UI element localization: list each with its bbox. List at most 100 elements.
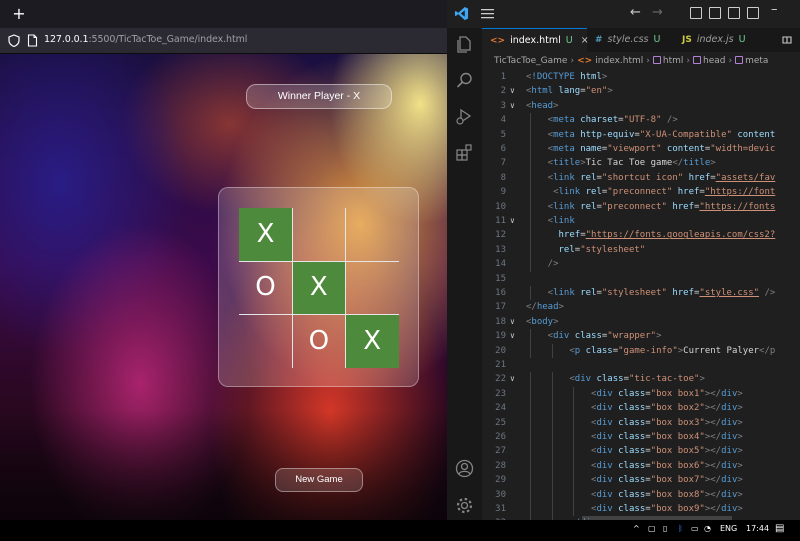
code-line[interactable]: 22 ∨ <div class="tic-tac-toe"> — [482, 372, 800, 387]
board-cell-9[interactable]: X — [345, 314, 399, 368]
battery-icon[interactable]: ▭ — [691, 524, 699, 533]
code-editor[interactable]: 1 <!DOCTYPE html> 2 ∨ <html lang="en"> 3 ∨ <hea… — [482, 70, 800, 520]
address-bar[interactable]: 127.0.0.1:5500/TicTacToe_Game/index.html — [0, 28, 447, 54]
clock[interactable]: 17:44 — [746, 524, 769, 533]
code-token: class — [596, 374, 624, 385]
code-line[interactable]: 30 <div class="box box8"></div> — [482, 487, 800, 502]
code-line[interactable]: 29 <div class="box box7"></div> — [482, 473, 800, 488]
tab-style-css[interactable]: # style.css U — [587, 28, 674, 52]
fold-chevron-icon[interactable]: ∨ — [510, 99, 515, 113]
forward-arrow-icon[interactable]: → — [652, 5, 663, 20]
minimize-icon[interactable]: – — [771, 2, 778, 17]
settings-gear-icon[interactable] — [455, 496, 474, 515]
toggle-panel-icon[interactable] — [709, 7, 721, 19]
code-line[interactable]: 15 — [482, 272, 800, 286]
code-line[interactable]: 31 <div class="box box9"></div> — [482, 502, 800, 517]
customize-layout-icon[interactable] — [747, 7, 759, 19]
code-text: <p class="game-info">Current Palyer</p — [569, 344, 775, 358]
board-cell-2[interactable] — [292, 208, 345, 261]
breadcrumb-item[interactable]: head — [693, 56, 725, 66]
bluetooth-icon[interactable]: ᛒ — [678, 524, 683, 533]
toggle-secondary-sidebar-icon[interactable] — [728, 7, 740, 19]
code-line[interactable]: 18 ∨ <body> — [482, 315, 800, 329]
code-line[interactable]: 25 <div class="box box3"></div> — [482, 415, 800, 430]
code-line[interactable]: 6 <meta name="viewport" content="width=de… — [482, 142, 800, 157]
code-line[interactable]: 27 <div class="box box5"></div> — [482, 444, 800, 459]
page-icon[interactable] — [27, 34, 38, 47]
fold-chevron-icon[interactable]: ∨ — [510, 84, 515, 98]
code-line[interactable]: 1 <!DOCTYPE html> — [482, 70, 800, 84]
breadcrumb-item[interactable]: html — [652, 56, 683, 66]
new-tab-button[interactable]: + — [9, 4, 29, 24]
board-cell-6[interactable] — [346, 261, 399, 314]
breadcrumb-item[interactable]: meta — [735, 56, 768, 66]
tab-index-js[interactable]: JS index.js U — [674, 28, 764, 52]
extensions-icon[interactable] — [455, 143, 474, 162]
code-line[interactable]: 8 <link rel="shortcut icon" href="assets/… — [482, 170, 800, 186]
new-game-button[interactable]: New Game — [275, 468, 363, 492]
split-editor-icon[interactable] — [780, 33, 794, 47]
tab-index-html[interactable]: <> index.html U × — [482, 28, 589, 52]
code-line[interactable]: 23 <div class="box box1"></div> — [482, 386, 800, 402]
chevron-up-icon[interactable]: ^ — [633, 524, 640, 533]
board-cell-7[interactable] — [239, 315, 292, 368]
code-line[interactable]: 16 <link rel="stylesheet" href="style.css… — [482, 286, 800, 301]
board-cell-4[interactable]: O — [239, 261, 292, 314]
code-line[interactable]: 19 ∨ <div class="wrapper"> — [482, 329, 800, 344]
code-token: /> — [661, 115, 678, 126]
code-line[interactable]: 12 href="https://fonts.googleapis.com/css… — [482, 228, 800, 243]
code-line[interactable]: 13 rel="stylesheet" — [482, 242, 800, 258]
app-tray-icon[interactable]: ▢ — [648, 524, 656, 533]
board-cell-5[interactable]: X — [292, 261, 346, 315]
code-line[interactable]: 21 — [482, 358, 800, 372]
code-line[interactable]: 24 <div class="box box2"></div> — [482, 401, 800, 416]
explorer-icon[interactable] — [455, 35, 474, 54]
code-line[interactable]: 5 <meta http-equiv="X-UA-Compatible" cont… — [482, 127, 800, 142]
code-text: /> — [548, 257, 559, 271]
code-line[interactable]: 9 <link rel="preconnect" href="https://f… — [482, 185, 800, 200]
account-icon[interactable] — [455, 459, 474, 478]
code-token: html — [580, 72, 602, 82]
code-line[interactable]: 3 ∨ <head> — [482, 99, 800, 113]
code-line[interactable]: 2 ∨ <html lang="en"> — [482, 84, 800, 98]
code-line[interactable]: 20 <p class="game-info">Current Palyer</p — [482, 343, 800, 358]
usb-tray-icon[interactable]: ▯ — [663, 524, 667, 533]
menu-icon[interactable] — [481, 8, 494, 19]
code-line[interactable]: 14 /> — [482, 257, 800, 272]
file-type-icon: # — [595, 35, 603, 45]
code-line[interactable]: 26 <div class="box box4"></div> — [482, 430, 800, 445]
fold-chevron-icon[interactable]: ∨ — [510, 329, 515, 343]
code-line[interactable]: 4 <meta charset="UTF-8" /> — [482, 113, 800, 128]
code-token: "en" — [585, 86, 608, 97]
toggle-sidebar-icon[interactable] — [690, 7, 702, 19]
tab-label: index.html — [510, 35, 561, 46]
breadcrumb-item[interactable]: <> index.html — [577, 56, 643, 66]
url-text[interactable]: 127.0.0.1:5500/TicTacToe_Game/index.html — [44, 34, 247, 45]
vscode-logo-icon — [454, 6, 469, 21]
run-debug-icon[interactable] — [455, 107, 474, 126]
fold-chevron-icon[interactable]: ∨ — [510, 372, 515, 386]
board-cell-3[interactable] — [346, 208, 399, 261]
notifications-icon[interactable]: ▤ — [775, 523, 784, 534]
code-token: ></ — [704, 403, 722, 414]
code-line[interactable]: 17 </head> — [482, 300, 800, 314]
board-cell-8[interactable]: O — [292, 315, 345, 368]
search-icon[interactable] — [455, 71, 474, 90]
code-token: http-equiv — [580, 129, 635, 140]
code-text: <div class="box box1"></div> — [591, 387, 743, 401]
fold-chevron-icon[interactable]: ∨ — [510, 315, 515, 329]
code-line[interactable]: 11 ∨ <link — [482, 214, 800, 229]
shield-icon[interactable] — [8, 34, 20, 47]
wifi-icon[interactable]: ◔ — [704, 524, 711, 533]
language-indicator[interactable]: ENG — [720, 524, 737, 533]
code-line[interactable]: 7 <title>Tic Tac Toe game</title> — [482, 156, 800, 171]
code-token: > — [737, 403, 743, 414]
fold-chevron-icon[interactable]: ∨ — [510, 214, 515, 228]
board-cell-1[interactable]: X — [239, 208, 292, 261]
code-text: <meta charset="UTF-8" /> — [548, 113, 678, 127]
code-token: "box box3" — [650, 417, 705, 428]
breadcrumb-item[interactable]: TicTacToe_Game — [494, 56, 567, 66]
back-arrow-icon[interactable]: ← — [630, 5, 641, 20]
code-line[interactable]: 28 <div class="box box6"></div> — [482, 458, 800, 474]
code-line[interactable]: 10 <link rel="preconnect" href="https://f… — [482, 199, 800, 214]
